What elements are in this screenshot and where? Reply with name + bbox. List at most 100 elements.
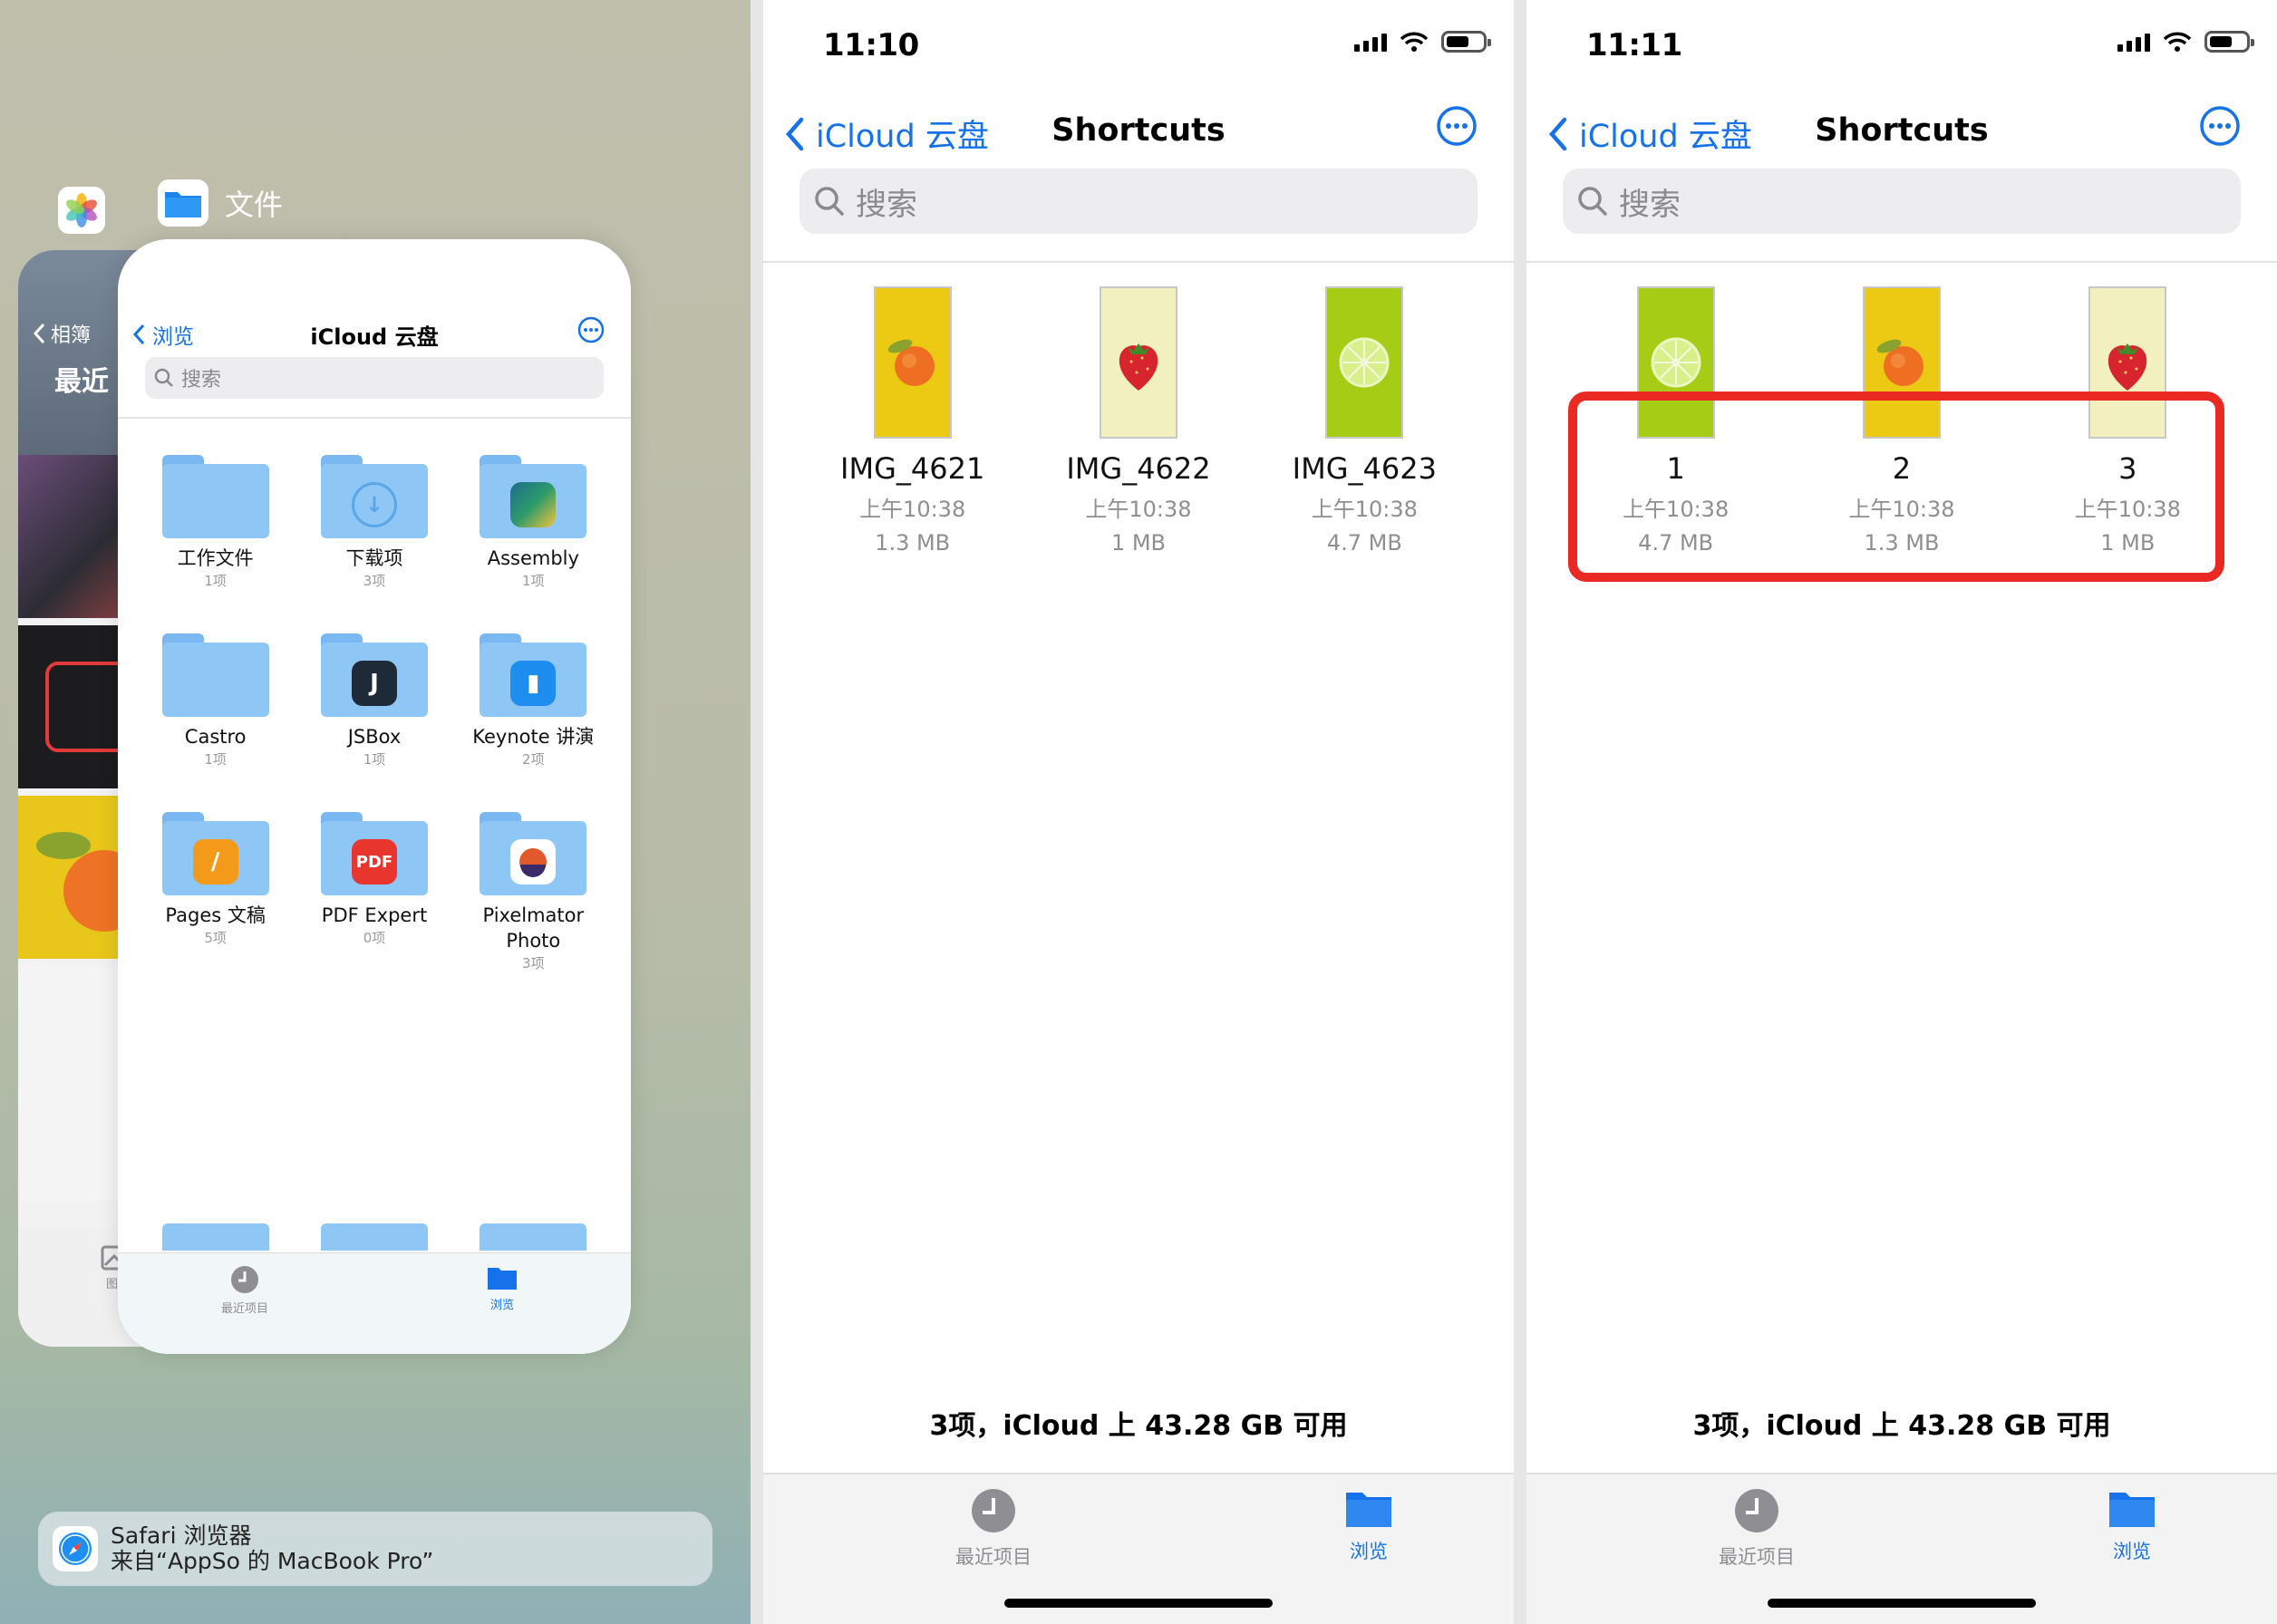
- battery-icon: [2204, 31, 2254, 53]
- folder-icon: ∕: [161, 812, 269, 895]
- file-grid: IMG_4621 上午10:38 1.3 MB IMG_4622 上午10:38 1 MB…: [763, 286, 1514, 560]
- file-time: 上午10:38: [1085, 497, 1192, 522]
- tab-recent[interactable]: 最近项目: [912, 1487, 1075, 1570]
- folder-name: 下载项: [345, 547, 403, 569]
- file-item[interactable]: IMG_4623 上午10:38 4.7 MB: [1264, 286, 1464, 560]
- folder-name: PDF Expert: [321, 904, 428, 926]
- navbar: iCloud 云盘 Shortcuts: [763, 100, 1514, 163]
- home-indicator[interactable]: [1768, 1599, 2036, 1608]
- search-field[interactable]: 搜索: [1563, 169, 2241, 234]
- tab-browse[interactable]: 浏览: [1287, 1487, 1450, 1564]
- storage-summary: 3项，iCloud 上 43.28 GB 可用: [1692, 1410, 2111, 1442]
- tab-browse-label: 浏览: [2113, 1541, 2151, 1562]
- files-card-tabbar: 最近项目 浏览: [118, 1252, 631, 1354]
- highlight-box: [1568, 392, 2224, 582]
- photos-heading: 最近: [54, 366, 109, 398]
- file-size: 1.3 MB: [875, 530, 951, 556]
- photos-app-icon[interactable]: [58, 187, 105, 234]
- tab-browse[interactable]: 浏览: [448, 1264, 557, 1312]
- separator: [1526, 261, 2277, 263]
- folder-count: 3项: [522, 955, 545, 972]
- folder-count: 3项: [363, 573, 386, 589]
- app-switcher-panel: 文件 相簿 最近 图库 浏览 iCloud 云盘: [0, 0, 751, 1624]
- tab-browse-label: 浏览: [1350, 1541, 1388, 1562]
- tabbar: 最近项目 浏览: [763, 1473, 1514, 1624]
- folder-item[interactable]: ▮ Keynote 讲演 2项: [454, 633, 613, 768]
- clock-icon: [1735, 1489, 1778, 1532]
- folder-count: 1项: [204, 751, 227, 768]
- file-item[interactable]: IMG_4621 上午10:38 1.3 MB: [813, 286, 1013, 560]
- file-name: IMG_4621: [840, 451, 985, 486]
- search-placeholder: 搜索: [1619, 186, 1681, 223]
- folder-item[interactable]: Assembly 1项: [454, 455, 613, 590]
- file-thumbnail: [873, 286, 952, 439]
- notification-subtitle: 来自“AppSo 的 MacBook Pro”: [111, 1548, 434, 1574]
- file-item[interactable]: IMG_4622 上午10:38 1 MB: [1039, 286, 1238, 560]
- navbar: iCloud 云盘 Shortcuts: [1526, 100, 2277, 163]
- files-app-card[interactable]: 浏览 iCloud 云盘 搜索 工作文件 1项 ↓ 下载项 3项 Assembly 1项 Ca…: [118, 239, 631, 1354]
- folder-count: 1项: [204, 573, 227, 589]
- folder-item[interactable]: PDF PDF Expert 0项: [295, 812, 453, 972]
- folder-name: Keynote 讲演: [472, 726, 595, 748]
- file-thumbnail: [1099, 286, 1177, 439]
- clock-icon: [231, 1266, 258, 1293]
- folder-icon: [480, 812, 587, 895]
- folder-item[interactable]: 工作文件 1项: [136, 455, 295, 590]
- folder-item[interactable]: ↓ 下载项 3项: [295, 455, 453, 590]
- search-icon: [815, 187, 844, 216]
- folder-item[interactable]: Pixelmator Photo 3项: [454, 812, 613, 972]
- folder-name: JSBox: [347, 726, 402, 748]
- chevron-left-icon: [33, 323, 45, 344]
- battery-icon: [1441, 31, 1491, 53]
- tab-recent[interactable]: 最近项目: [190, 1264, 299, 1316]
- handoff-notification[interactable]: Safari 浏览器 来自“AppSo 的 MacBook Pro”: [38, 1512, 712, 1586]
- files-screen-after: 11:11 iCloud 云盘 Shortcuts 搜索 1 上午10:38 4.7…: [1526, 0, 2277, 1624]
- folder-icon: [488, 1268, 517, 1290]
- more-icon[interactable]: [1436, 105, 1478, 150]
- status-bar: 11:11: [1526, 0, 2277, 91]
- folder-count: 1项: [522, 573, 545, 589]
- folder-name: Assembly: [487, 547, 579, 569]
- tab-recent-label: 最近项目: [1719, 1546, 1795, 1568]
- files-screen-before: 11:10 iCloud 云盘 Shortcuts 搜索 IMG_4621 上午1…: [763, 0, 1514, 1624]
- tab-recent[interactable]: 最近项目: [1675, 1487, 1838, 1570]
- files-card-search-field[interactable]: 搜索: [145, 357, 604, 399]
- folder-name: Pages 文稿: [165, 904, 266, 926]
- clock-icon: [972, 1489, 1015, 1532]
- search-field[interactable]: 搜索: [799, 169, 1478, 234]
- signal-icon: [2117, 32, 2150, 52]
- photos-back-button[interactable]: 相簿: [33, 319, 91, 348]
- folder-grid: 工作文件 1项 ↓ 下载项 3项 Assembly 1项 Castro 1项 J JSBox 1项 ▮ K…: [136, 455, 613, 972]
- folder-icon: [1346, 1493, 1391, 1527]
- tab-browse[interactable]: 浏览: [2050, 1487, 2214, 1564]
- wifi-icon: [2163, 32, 2192, 52]
- folder-item[interactable]: Castro 1项: [136, 633, 295, 768]
- signal-icon: [1354, 32, 1387, 52]
- files-card-search-placeholder: 搜索: [181, 369, 222, 392]
- storage-summary: 3项，iCloud 上 43.28 GB 可用: [929, 1410, 1348, 1442]
- status-time: 11:10: [823, 27, 919, 63]
- search-icon: [154, 368, 173, 387]
- more-icon[interactable]: [577, 315, 606, 348]
- files-app-header[interactable]: 文件: [158, 179, 283, 227]
- folder-icon: ↓: [320, 455, 428, 538]
- folder-item[interactable]: J JSBox 1项: [295, 633, 453, 768]
- folder-icon: ▮: [480, 633, 587, 717]
- divider: [1514, 0, 1526, 1624]
- tab-recent-label: 最近项目: [955, 1546, 1032, 1568]
- file-thumbnail: [1325, 286, 1404, 439]
- status-time: 11:11: [1586, 27, 1682, 63]
- tabbar: 最近项目 浏览: [1526, 1473, 2277, 1624]
- home-indicator[interactable]: [1004, 1599, 1273, 1608]
- more-icon[interactable]: [2199, 105, 2241, 150]
- folder-name: Pixelmator Photo: [482, 904, 585, 952]
- folder-item[interactable]: ∕ Pages 文稿 5项: [136, 812, 295, 972]
- files-card-title: iCloud 云盘: [310, 324, 439, 350]
- folder-icon: [480, 455, 587, 538]
- page-title: Shortcuts: [1051, 112, 1226, 149]
- separator: [763, 261, 1514, 263]
- folder-count: 0项: [363, 930, 386, 946]
- file-size: 4.7 MB: [1326, 530, 1402, 556]
- app-name-label: 文件: [225, 188, 284, 222]
- folder-count: 2项: [522, 751, 545, 768]
